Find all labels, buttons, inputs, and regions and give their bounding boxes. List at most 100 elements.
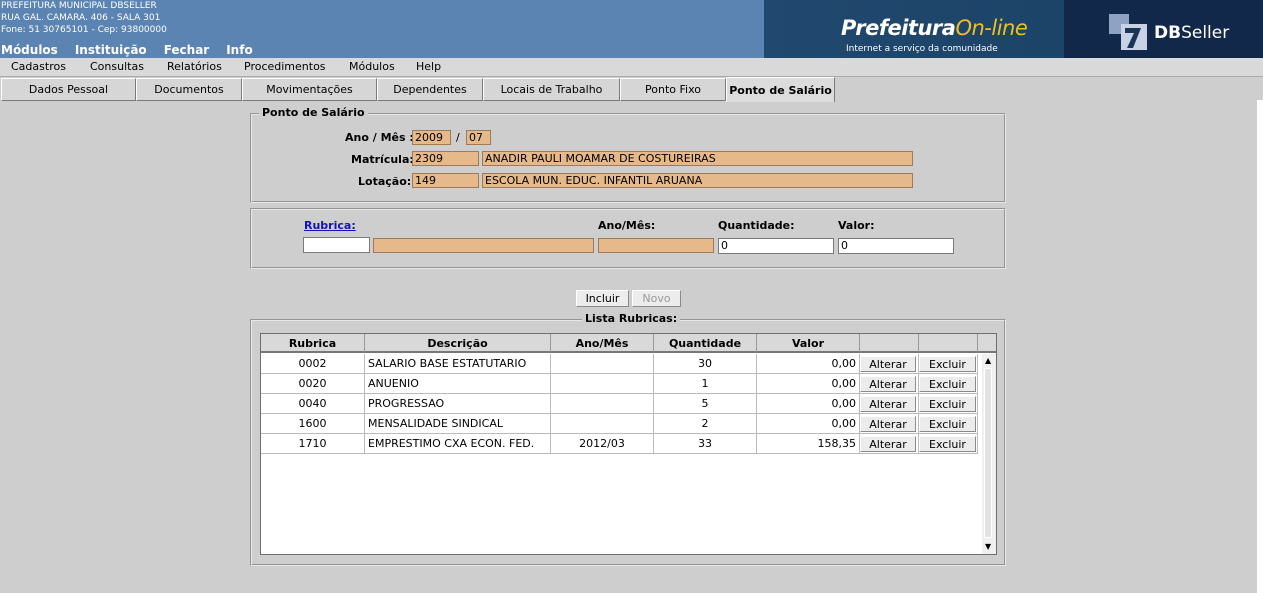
- alterar-button[interactable]: Alterar: [860, 376, 916, 392]
- col-anomes: Ano/Mês: [551, 334, 654, 352]
- cell-valor: 0,00: [757, 414, 860, 434]
- quantidade-label: Quantidade:: [718, 219, 795, 232]
- ponto-salario-legend: Ponto de Salário: [259, 106, 368, 119]
- novo-button[interactable]: Novo: [632, 290, 681, 307]
- table-row: 1600 MENSALIDADE SINDICAL 2 0,00 Alterar…: [261, 414, 978, 434]
- menu-help[interactable]: Help: [416, 60, 441, 73]
- tab-movimentacoes[interactable]: Movimentações: [242, 78, 377, 101]
- col-scroll-spacer: [978, 334, 996, 352]
- mes-field: 07: [466, 130, 491, 145]
- tab-documentos[interactable]: Documentos: [136, 78, 242, 101]
- org-phone: Fone: 51 30765101 - Cep: 93800000: [1, 25, 167, 35]
- table-row: 0002 SALARIO BASE ESTATUTARIO 30 0,00 Al…: [261, 354, 978, 374]
- col-alterar: [860, 334, 919, 352]
- cell-descricao: EMPRESTIMO CXA ECON. FED.: [365, 434, 551, 454]
- cell-anomes: 2012/03: [551, 434, 654, 454]
- header-links: Módulos Instituição Fechar Info: [1, 43, 270, 57]
- cell-descricao: PROGRESSAO: [365, 394, 551, 414]
- org-address: RUA GAL. CAMARA. 406 - SALA 301: [1, 13, 161, 23]
- header-link-modulos[interactable]: Módulos: [1, 43, 58, 57]
- lotacao-desc-field: ESCOLA MUN. EDUC. INFANTIL ARUANA: [482, 173, 913, 188]
- cell-quantidade: 1: [654, 374, 757, 394]
- cell-descricao: SALARIO BASE ESTATUTARIO: [365, 354, 551, 374]
- header-link-fechar[interactable]: Fechar: [164, 43, 210, 57]
- table-scrollbar[interactable]: ▲ ▼: [982, 354, 996, 554]
- menu-modulos[interactable]: Módulos: [349, 60, 395, 73]
- nome-field: ANADIR PAULI MOAMAR DE COSTUREIRAS: [482, 151, 913, 166]
- ano-mes-separator: /: [456, 131, 460, 144]
- lista-rubricas-legend: Lista Rubricas:: [582, 312, 681, 325]
- quantidade-input[interactable]: 0: [718, 238, 834, 254]
- tab-ponto-fixo[interactable]: Ponto Fixo: [620, 78, 726, 101]
- valor-input[interactable]: 0: [838, 238, 954, 254]
- excluir-button[interactable]: Excluir: [919, 376, 976, 392]
- ano-mes-label: Ano / Mês :: [345, 131, 414, 144]
- banner-tagline: Internet a serviço da comunidade: [846, 44, 998, 54]
- lotacao-label: Lotação:: [358, 175, 412, 188]
- incluir-button[interactable]: Incluir: [576, 290, 629, 307]
- alterar-button[interactable]: Alterar: [860, 356, 916, 372]
- col-rubrica: Rubrica: [261, 334, 365, 352]
- cell-descricao: ANUENIO: [365, 374, 551, 394]
- rubrica-desc-field: [373, 238, 594, 253]
- cell-quantidade: 2: [654, 414, 757, 434]
- cell-rubrica: 0040: [261, 394, 365, 414]
- excluir-button[interactable]: Excluir: [919, 436, 976, 452]
- tab-locais-de-trabalho[interactable]: Locais de Trabalho: [483, 78, 620, 101]
- matricula-label: Matrícula:: [351, 153, 414, 166]
- col-descricao: Descrição: [365, 334, 551, 352]
- table-row: 0040 PROGRESSAO 5 0,00 Alterar Excluir: [261, 394, 978, 414]
- tab-dependentes[interactable]: Dependentes: [377, 78, 483, 101]
- menu-relatorios[interactable]: Relatórios: [167, 60, 222, 73]
- menu-consultas[interactable]: Consultas: [90, 60, 144, 73]
- cell-descricao: MENSALIDADE SINDICAL: [365, 414, 551, 434]
- rubricas-table: Rubrica Descrição Ano/Mês Quantidade Val…: [260, 333, 997, 555]
- menu-bar: Cadastros Consultas Relatórios Procedime…: [0, 58, 1263, 77]
- anomes-field: [598, 238, 714, 253]
- table-row: 0020 ANUENIO 1 0,00 Alterar Excluir: [261, 374, 978, 394]
- tab-bar: Dados Pessoal Documentos Movimentações D…: [0, 77, 1263, 102]
- page-scrollbar[interactable]: [1257, 100, 1263, 593]
- scroll-down-icon[interactable]: ▼: [985, 542, 991, 551]
- cell-anomes: [551, 374, 654, 394]
- lotacao-code-field: 149: [412, 173, 479, 188]
- col-valor: Valor: [757, 334, 860, 352]
- scroll-up-icon[interactable]: ▲: [985, 356, 991, 365]
- cell-quantidade: 33: [654, 434, 757, 454]
- ano-field: 2009: [412, 130, 451, 145]
- table-row: 1710 EMPRESTIMO CXA ECON. FED. 2012/03 3…: [261, 434, 978, 454]
- col-excluir: [919, 334, 978, 352]
- cell-quantidade: 5: [654, 394, 757, 414]
- tab-ponto-de-salario[interactable]: Ponto de Salário: [726, 77, 835, 102]
- cell-anomes: [551, 354, 654, 374]
- dbseller-wordmark: DBSeller: [1154, 23, 1230, 43]
- scroll-thumb[interactable]: [984, 368, 992, 538]
- anomes-label: Ano/Mês:: [598, 219, 656, 232]
- alterar-button[interactable]: Alterar: [860, 396, 916, 412]
- excluir-button[interactable]: Excluir: [919, 416, 976, 432]
- header-link-instituicao[interactable]: Instituição: [75, 43, 147, 57]
- cell-rubrica: 0002: [261, 354, 365, 374]
- excluir-button[interactable]: Excluir: [919, 396, 976, 412]
- rubrica-lookup-link[interactable]: Rubrica:: [304, 219, 356, 232]
- rubrica-code-input[interactable]: [303, 237, 370, 253]
- cell-valor: 0,00: [757, 394, 860, 414]
- excluir-button[interactable]: Excluir: [919, 356, 976, 372]
- cell-anomes: [551, 414, 654, 434]
- menu-procedimentos[interactable]: Procedimentos: [244, 60, 326, 73]
- cell-quantidade: 30: [654, 354, 757, 374]
- tab-dados-pessoal[interactable]: Dados Pessoal: [1, 78, 136, 101]
- alterar-button[interactable]: Alterar: [860, 416, 916, 432]
- header-link-info[interactable]: Info: [226, 43, 252, 57]
- col-quantidade: Quantidade: [654, 334, 757, 352]
- table-header: Rubrica Descrição Ano/Mês Quantidade Val…: [261, 334, 996, 353]
- cell-rubrica: 0020: [261, 374, 365, 394]
- matricula-field: 2309: [412, 151, 479, 166]
- alterar-button[interactable]: Alterar: [860, 436, 916, 452]
- cell-rubrica: 1600: [261, 414, 365, 434]
- dbseller-logo-icon: [1109, 14, 1147, 50]
- org-name: PREFEITURA MUNICIPAL DBSELLER: [1, 1, 157, 11]
- cell-anomes: [551, 394, 654, 414]
- menu-cadastros[interactable]: Cadastros: [11, 60, 66, 73]
- cell-valor: 0,00: [757, 374, 860, 394]
